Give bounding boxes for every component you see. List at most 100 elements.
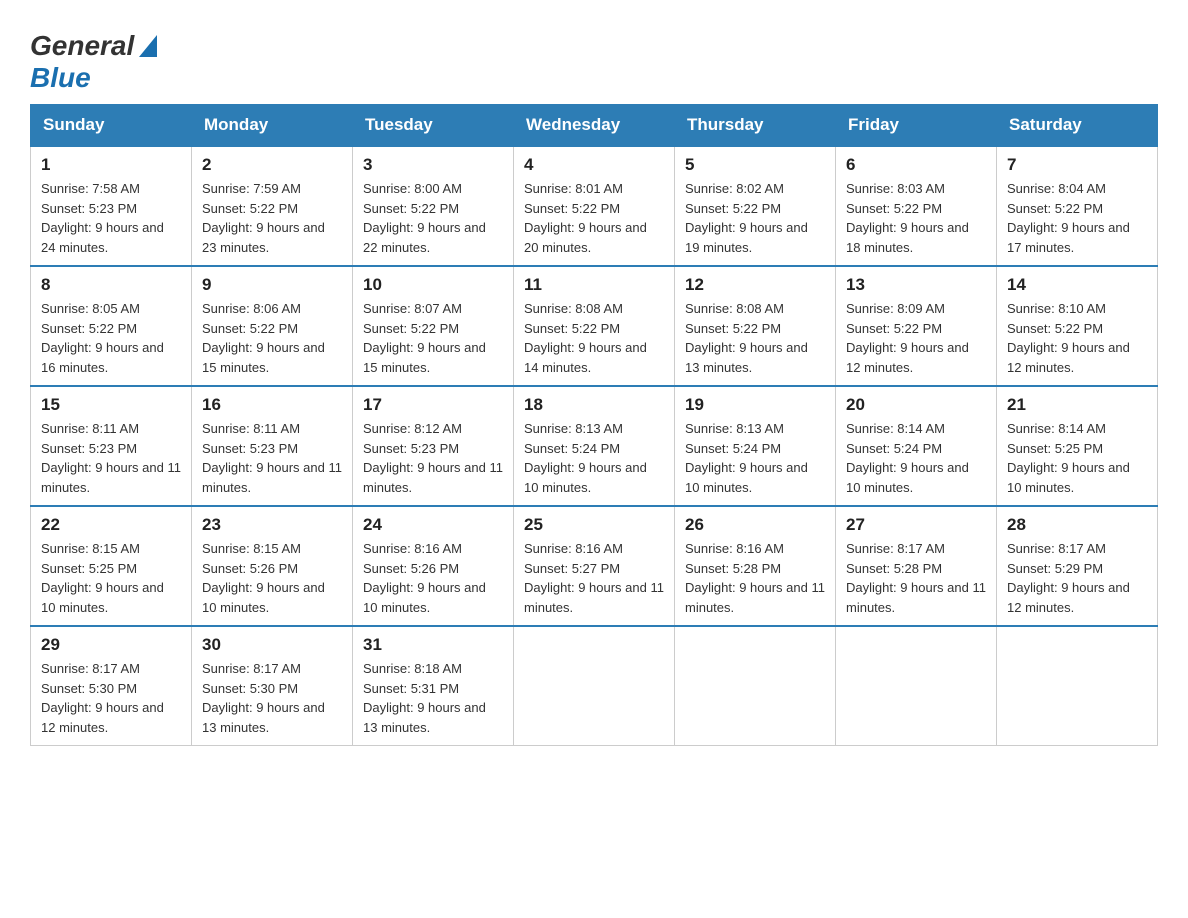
calendar-cell: 26 Sunrise: 8:16 AMSunset: 5:28 PMDayligh… — [675, 506, 836, 626]
day-info: Sunrise: 8:12 AMSunset: 5:23 PMDaylight:… — [363, 419, 503, 497]
weekday-header-thursday: Thursday — [675, 105, 836, 147]
day-info: Sunrise: 8:15 AMSunset: 5:25 PMDaylight:… — [41, 539, 181, 617]
day-number: 18 — [524, 395, 664, 415]
day-info: Sunrise: 8:17 AMSunset: 5:29 PMDaylight:… — [1007, 539, 1147, 617]
calendar-week-row: 8 Sunrise: 8:05 AMSunset: 5:22 PMDaylight… — [31, 266, 1158, 386]
day-info: Sunrise: 8:16 AMSunset: 5:27 PMDaylight:… — [524, 539, 664, 617]
calendar-week-row: 1 Sunrise: 7:58 AMSunset: 5:23 PMDaylight… — [31, 146, 1158, 266]
calendar-cell — [836, 626, 997, 746]
day-number: 17 — [363, 395, 503, 415]
weekday-header-saturday: Saturday — [997, 105, 1158, 147]
calendar-cell: 2 Sunrise: 7:59 AMSunset: 5:22 PMDaylight… — [192, 146, 353, 266]
day-info: Sunrise: 8:05 AMSunset: 5:22 PMDaylight:… — [41, 299, 181, 377]
day-number: 4 — [524, 155, 664, 175]
calendar-cell: 28Sunrise: 8:17 AMSunset: 5:29 PMDayligh… — [997, 506, 1158, 626]
day-info: Sunrise: 8:16 AMSunset: 5:26 PMDaylight:… — [363, 539, 503, 617]
day-info: Sunrise: 8:00 AMSunset: 5:22 PMDaylight:… — [363, 179, 503, 257]
calendar-cell: 7Sunrise: 8:04 AMSunset: 5:22 PMDaylight… — [997, 146, 1158, 266]
calendar-header-row: SundayMondayTuesdayWednesdayThursdayFrid… — [31, 105, 1158, 147]
day-number: 29 — [41, 635, 181, 655]
calendar-cell: 9 Sunrise: 8:06 AMSunset: 5:22 PMDaylight… — [192, 266, 353, 386]
day-number: 27 — [846, 515, 986, 535]
calendar-cell: 3 Sunrise: 8:00 AMSunset: 5:22 PMDaylight… — [353, 146, 514, 266]
calendar-week-row: 22 Sunrise: 8:15 AMSunset: 5:25 PMDayligh… — [31, 506, 1158, 626]
calendar-cell — [675, 626, 836, 746]
day-info: Sunrise: 8:04 AMSunset: 5:22 PMDaylight:… — [1007, 179, 1147, 257]
calendar-cell — [997, 626, 1158, 746]
calendar-cell: 4 Sunrise: 8:01 AMSunset: 5:22 PMDaylight… — [514, 146, 675, 266]
weekday-header-wednesday: Wednesday — [514, 105, 675, 147]
weekday-header-monday: Monday — [192, 105, 353, 147]
day-info: Sunrise: 8:08 AMSunset: 5:22 PMDaylight:… — [524, 299, 664, 377]
day-number: 10 — [363, 275, 503, 295]
day-info: Sunrise: 8:17 AMSunset: 5:28 PMDaylight:… — [846, 539, 986, 617]
day-number: 12 — [685, 275, 825, 295]
day-info: Sunrise: 8:07 AMSunset: 5:22 PMDaylight:… — [363, 299, 503, 377]
day-number: 22 — [41, 515, 181, 535]
calendar-cell: 31 Sunrise: 8:18 AMSunset: 5:31 PMDayligh… — [353, 626, 514, 746]
day-number: 23 — [202, 515, 342, 535]
day-info: Sunrise: 7:58 AMSunset: 5:23 PMDaylight:… — [41, 179, 181, 257]
calendar-cell: 21 Sunrise: 8:14 AMSunset: 5:25 PMDayligh… — [997, 386, 1158, 506]
day-info: Sunrise: 8:10 AMSunset: 5:22 PMDaylight:… — [1007, 299, 1147, 377]
day-info: Sunrise: 8:16 AMSunset: 5:28 PMDaylight:… — [685, 539, 825, 617]
day-number: 5 — [685, 155, 825, 175]
calendar-cell: 17 Sunrise: 8:12 AMSunset: 5:23 PMDayligh… — [353, 386, 514, 506]
day-info: Sunrise: 8:15 AMSunset: 5:26 PMDaylight:… — [202, 539, 342, 617]
logo-triangle-icon — [139, 35, 157, 57]
day-number: 8 — [41, 275, 181, 295]
calendar-cell: 25 Sunrise: 8:16 AMSunset: 5:27 PMDayligh… — [514, 506, 675, 626]
day-info: Sunrise: 8:03 AMSunset: 5:22 PMDaylight:… — [846, 179, 986, 257]
calendar-cell: 18 Sunrise: 8:13 AMSunset: 5:24 PMDayligh… — [514, 386, 675, 506]
day-number: 11 — [524, 275, 664, 295]
calendar-cell: 22 Sunrise: 8:15 AMSunset: 5:25 PMDayligh… — [31, 506, 192, 626]
page-header: General Blue — [30, 20, 1158, 94]
calendar-cell: 15Sunrise: 8:11 AMSunset: 5:23 PMDayligh… — [31, 386, 192, 506]
day-number: 26 — [685, 515, 825, 535]
logo-general-text: General — [30, 30, 134, 62]
day-info: Sunrise: 8:01 AMSunset: 5:22 PMDaylight:… — [524, 179, 664, 257]
day-info: Sunrise: 8:11 AMSunset: 5:23 PMDaylight:… — [41, 419, 181, 497]
day-number: 16 — [202, 395, 342, 415]
calendar-cell: 1 Sunrise: 7:58 AMSunset: 5:23 PMDaylight… — [31, 146, 192, 266]
day-info: Sunrise: 8:09 AMSunset: 5:22 PMDaylight:… — [846, 299, 986, 377]
day-number: 21 — [1007, 395, 1147, 415]
weekday-header-sunday: Sunday — [31, 105, 192, 147]
calendar-cell: 19 Sunrise: 8:13 AMSunset: 5:24 PMDayligh… — [675, 386, 836, 506]
calendar-cell: 10 Sunrise: 8:07 AMSunset: 5:22 PMDayligh… — [353, 266, 514, 386]
calendar-cell: 5 Sunrise: 8:02 AMSunset: 5:22 PMDaylight… — [675, 146, 836, 266]
weekday-header-tuesday: Tuesday — [353, 105, 514, 147]
day-info: Sunrise: 8:18 AMSunset: 5:31 PMDaylight:… — [363, 659, 503, 737]
day-number: 1 — [41, 155, 181, 175]
day-number: 14 — [1007, 275, 1147, 295]
day-info: Sunrise: 8:17 AMSunset: 5:30 PMDaylight:… — [202, 659, 342, 737]
day-info: Sunrise: 8:13 AMSunset: 5:24 PMDaylight:… — [524, 419, 664, 497]
day-info: Sunrise: 8:06 AMSunset: 5:22 PMDaylight:… — [202, 299, 342, 377]
calendar-cell: 16Sunrise: 8:11 AMSunset: 5:23 PMDayligh… — [192, 386, 353, 506]
day-number: 30 — [202, 635, 342, 655]
day-info: Sunrise: 8:08 AMSunset: 5:22 PMDaylight:… — [685, 299, 825, 377]
calendar-cell: 30 Sunrise: 8:17 AMSunset: 5:30 PMDayligh… — [192, 626, 353, 746]
calendar-cell: 14 Sunrise: 8:10 AMSunset: 5:22 PMDayligh… — [997, 266, 1158, 386]
calendar-cell: 8 Sunrise: 8:05 AMSunset: 5:22 PMDaylight… — [31, 266, 192, 386]
day-number: 3 — [363, 155, 503, 175]
calendar-cell — [514, 626, 675, 746]
calendar-cell: 29Sunrise: 8:17 AMSunset: 5:30 PMDayligh… — [31, 626, 192, 746]
calendar-week-row: 29 Sunrise: 8:17 AMSunset: 5:30 PMDayligh… — [31, 626, 1158, 746]
day-info: Sunrise: 7:59 AMSunset: 5:22 PMDaylight:… — [202, 179, 342, 257]
day-number: 31 — [363, 635, 503, 655]
day-number: 25 — [524, 515, 664, 535]
day-number: 6 — [846, 155, 986, 175]
calendar-table: SundayMondayTuesdayWednesdayThursdayFrid… — [30, 104, 1158, 746]
weekday-header-friday: Friday — [836, 105, 997, 147]
day-info: Sunrise: 8:02 AMSunset: 5:22 PMDaylight:… — [685, 179, 825, 257]
day-number: 9 — [202, 275, 342, 295]
day-number: 19 — [685, 395, 825, 415]
day-info: Sunrise: 8:14 AMSunset: 5:25 PMDaylight:… — [1007, 419, 1147, 497]
day-info: Sunrise: 8:13 AMSunset: 5:24 PMDaylight:… — [685, 419, 825, 497]
calendar-cell: 23 Sunrise: 8:15 AMSunset: 5:26 PMDayligh… — [192, 506, 353, 626]
day-number: 2 — [202, 155, 342, 175]
calendar-cell: 27 Sunrise: 8:17 AMSunset: 5:28 PMDayligh… — [836, 506, 997, 626]
day-number: 13 — [846, 275, 986, 295]
day-number: 20 — [846, 395, 986, 415]
